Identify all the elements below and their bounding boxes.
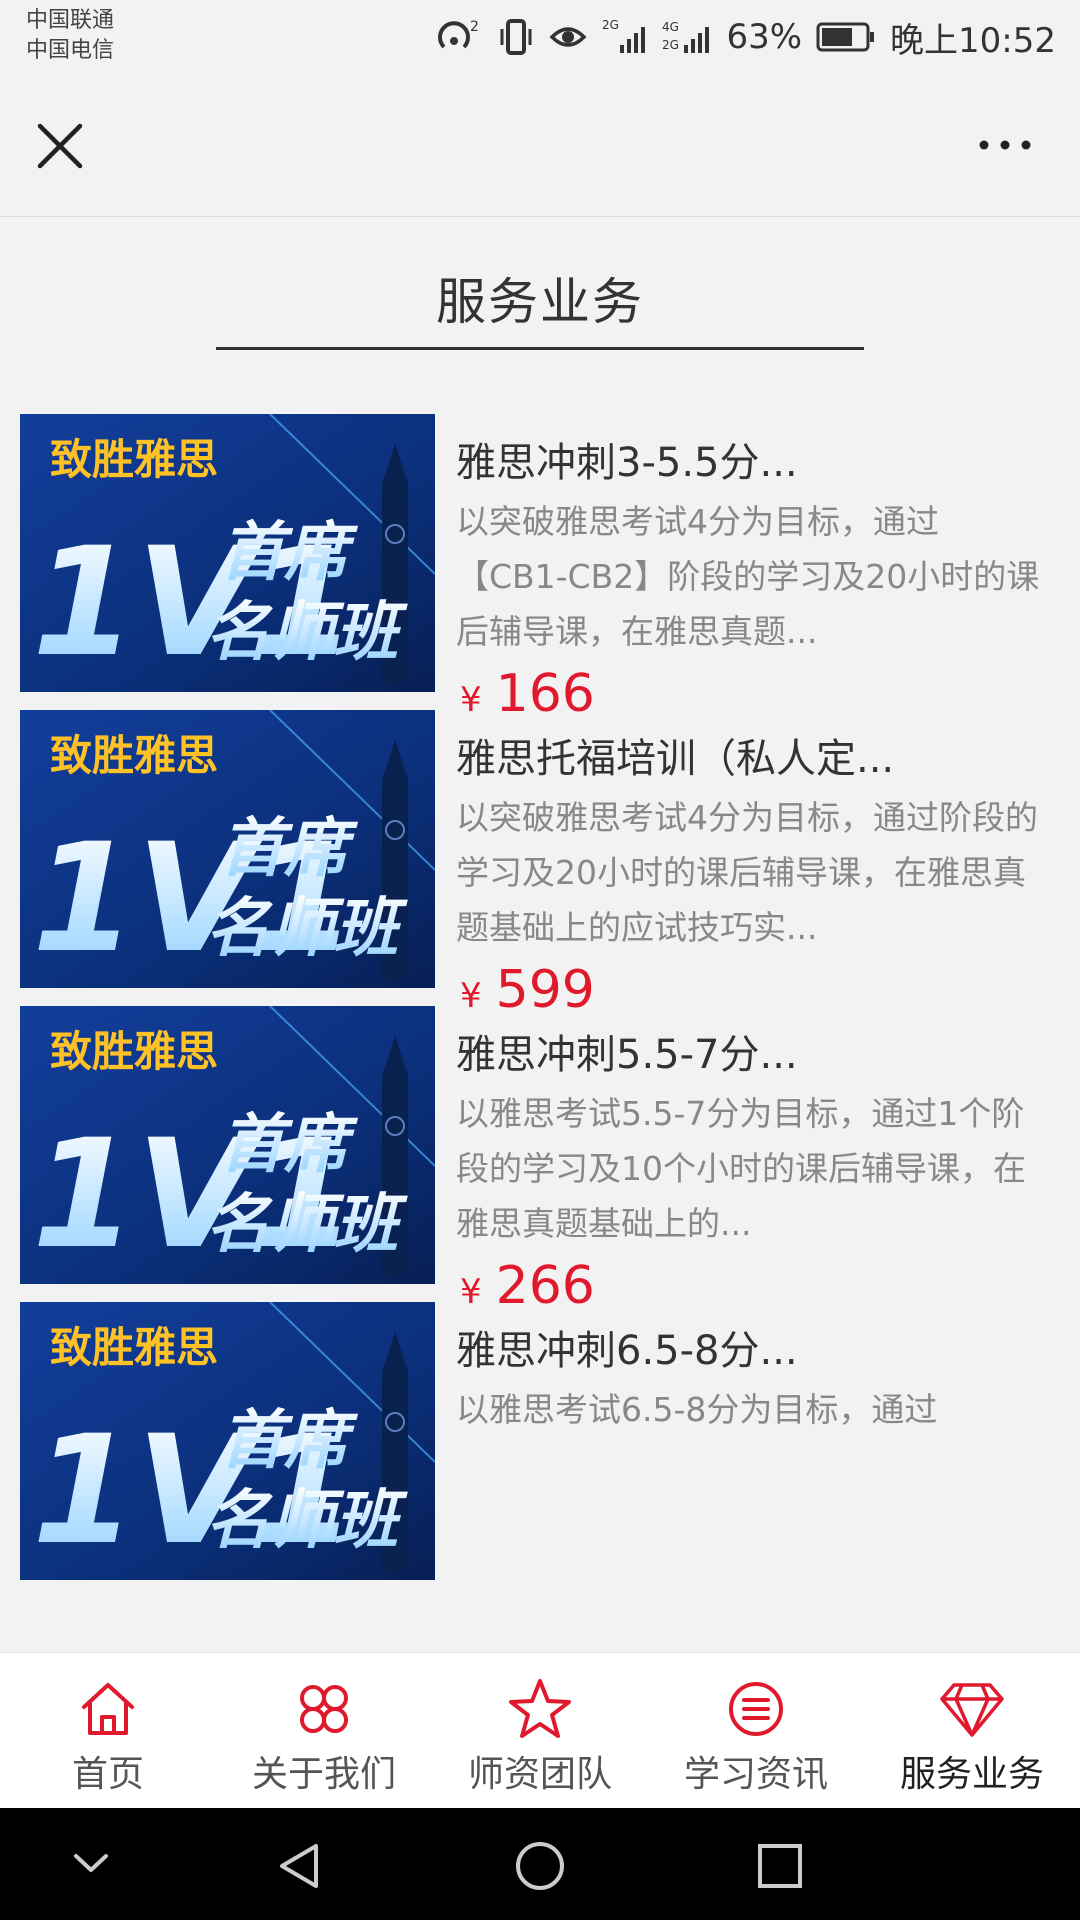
banner-line2-text: 名师班 (206, 1484, 408, 1558)
battery-icon (816, 22, 875, 52)
signal-4g-icon: 4G 2G (662, 20, 710, 53)
close-icon[interactable] (30, 116, 90, 176)
more-icon[interactable] (970, 120, 1040, 170)
banner-line1-text: 首席 (220, 812, 359, 886)
banner-line1-text: 首席 (220, 1108, 359, 1182)
battery-percent: 63% (726, 17, 803, 57)
service-title[interactable]: 雅思冲刺6.5-8分... (456, 1318, 798, 1376)
diamond-icon (940, 1683, 1004, 1737)
carrier-info: 中国联通 中国电信 (26, 6, 114, 66)
status-bar: 中国联通 中国电信 2 2G 4G 2G 63% 晚上10:52 (0, 0, 1080, 80)
status-icons: 2 2G 4G 2G 63% 晚上10:52 (436, 12, 1056, 62)
banner-line1-text: 首席 (220, 1404, 359, 1478)
home-icon (82, 1683, 134, 1735)
svg-text:2G: 2G (662, 38, 679, 52)
service-list: 致胜雅思 1V1 首席 名师班 雅思冲刺3-5.5分... 以突破雅思考试4分为… (0, 380, 1080, 1652)
course-banner-image[interactable]: 致胜雅思 1V1 首席 名师班 (20, 1302, 435, 1580)
hotspot-icon: 2 (438, 19, 479, 49)
banner-graphic: 致胜雅思 1V1 首席 名师班 (20, 414, 435, 692)
banner-brand-text: 致胜雅思 (50, 1323, 218, 1372)
banner-line1-text: 首席 (220, 516, 359, 590)
tab-about[interactable]: 关于我们 (216, 1653, 432, 1809)
tab-label: 学习资讯 (683, 1754, 828, 1795)
banner-brand-text: 致胜雅思 (50, 1027, 218, 1076)
title-underline (216, 347, 864, 350)
carrier-1: 中国联通 (26, 8, 115, 33)
tab-team[interactable]: 师资团队 (432, 1653, 648, 1809)
course-banner-image[interactable]: 致胜雅思 1V1 首席 名师班 (20, 414, 435, 692)
service-title[interactable]: 雅思托福培训（私人定... (456, 726, 894, 784)
list-icon (729, 1682, 783, 1736)
svg-text:2G: 2G (602, 18, 619, 32)
course-banner-image[interactable]: 致胜雅思 1V1 首席 名师班 (20, 1006, 435, 1284)
tab-label: 师资团队 (467, 1754, 612, 1795)
clock: 晚上10:52 (890, 20, 1056, 61)
service-description: 以雅思考试6.5-8分为目标，通过 (456, 1390, 938, 1429)
course-banner-image[interactable]: 致胜雅思 1V1 首席 名师班 (20, 710, 435, 988)
tab-news[interactable]: 学习资讯 (648, 1653, 864, 1809)
eye-comfort-icon (549, 27, 587, 47)
banner-brand-text: 致胜雅思 (50, 731, 218, 780)
banner-line2-text: 名师班 (206, 1188, 408, 1262)
top-nav-bar (0, 80, 1080, 217)
banner-line2-text: 名师班 (206, 892, 408, 966)
signal-2g-icon: 2G (602, 18, 646, 53)
service-item[interactable]: 致胜雅思 1V1 首席 名师班 雅思冲刺3-5.5分... 以突破雅思考试4分为… (0, 380, 1080, 724)
banner-graphic: 致胜雅思 1V1 首席 名师班 (20, 1006, 435, 1284)
tab-label: 首页 (71, 1754, 144, 1795)
tab-services[interactable]: 服务业务 (864, 1653, 1080, 1809)
service-description: 以突破雅思考试4分为目标，通过阶段的学习及20小时的课后辅导课，在雅思真题基础上… (456, 798, 1038, 947)
service-item[interactable]: 致胜雅思 1V1 首席 名师班 雅思冲刺6.5-8分... 以雅思考试6.5-8… (0, 1268, 1080, 1598)
tab-home[interactable]: 首页 (0, 1653, 216, 1809)
service-item[interactable]: 致胜雅思 1V1 首席 名师班 雅思冲刺5.5-7分... 以雅思考试5.5-7… (0, 972, 1080, 1316)
service-description: 以突破雅思考试4分为目标，通过【CB1-CB2】阶段的学习及20小时的课后辅导课… (456, 502, 1040, 651)
section-title: 服务业务 (436, 273, 644, 331)
vibrate-icon (500, 19, 532, 55)
banner-brand-text: 致胜雅思 (50, 435, 218, 484)
banner-graphic: 致胜雅思 1V1 首席 名师班 (20, 1302, 435, 1580)
bottom-tab-bar: 首页 关于我们 师资团队 学习资讯 服务业务 (0, 1652, 1080, 1809)
back-icon[interactable] (272, 1838, 328, 1894)
star-icon (509, 1679, 571, 1738)
system-navigation-bar (0, 1808, 1080, 1920)
service-description: 以雅思考试5.5-7分为目标，通过1个阶段的学习及10个小时的课后辅导课，在雅思… (456, 1094, 1026, 1243)
tab-label: 关于我们 (251, 1754, 396, 1795)
recents-icon[interactable] (752, 1838, 808, 1894)
collapse-icon[interactable] (66, 1838, 116, 1888)
service-title[interactable]: 雅思冲刺5.5-7分... (456, 1022, 798, 1080)
carrier-2: 中国电信 (26, 38, 115, 63)
service-price (460, 1552, 474, 1612)
service-title[interactable]: 雅思冲刺3-5.5分... (456, 430, 798, 488)
tab-label: 服务业务 (899, 1754, 1044, 1795)
svg-text:2: 2 (470, 19, 479, 35)
banner-line2-text: 名师班 (206, 596, 408, 670)
svg-text:4G: 4G (662, 20, 679, 34)
banner-graphic: 致胜雅思 1V1 首席 名师班 (20, 710, 435, 988)
service-item[interactable]: 致胜雅思 1V1 首席 名师班 雅思托福培训（私人定... 以突破雅思考试4分为… (0, 676, 1080, 1020)
clover-icon (300, 1685, 348, 1733)
home-circle-icon[interactable] (512, 1838, 568, 1894)
